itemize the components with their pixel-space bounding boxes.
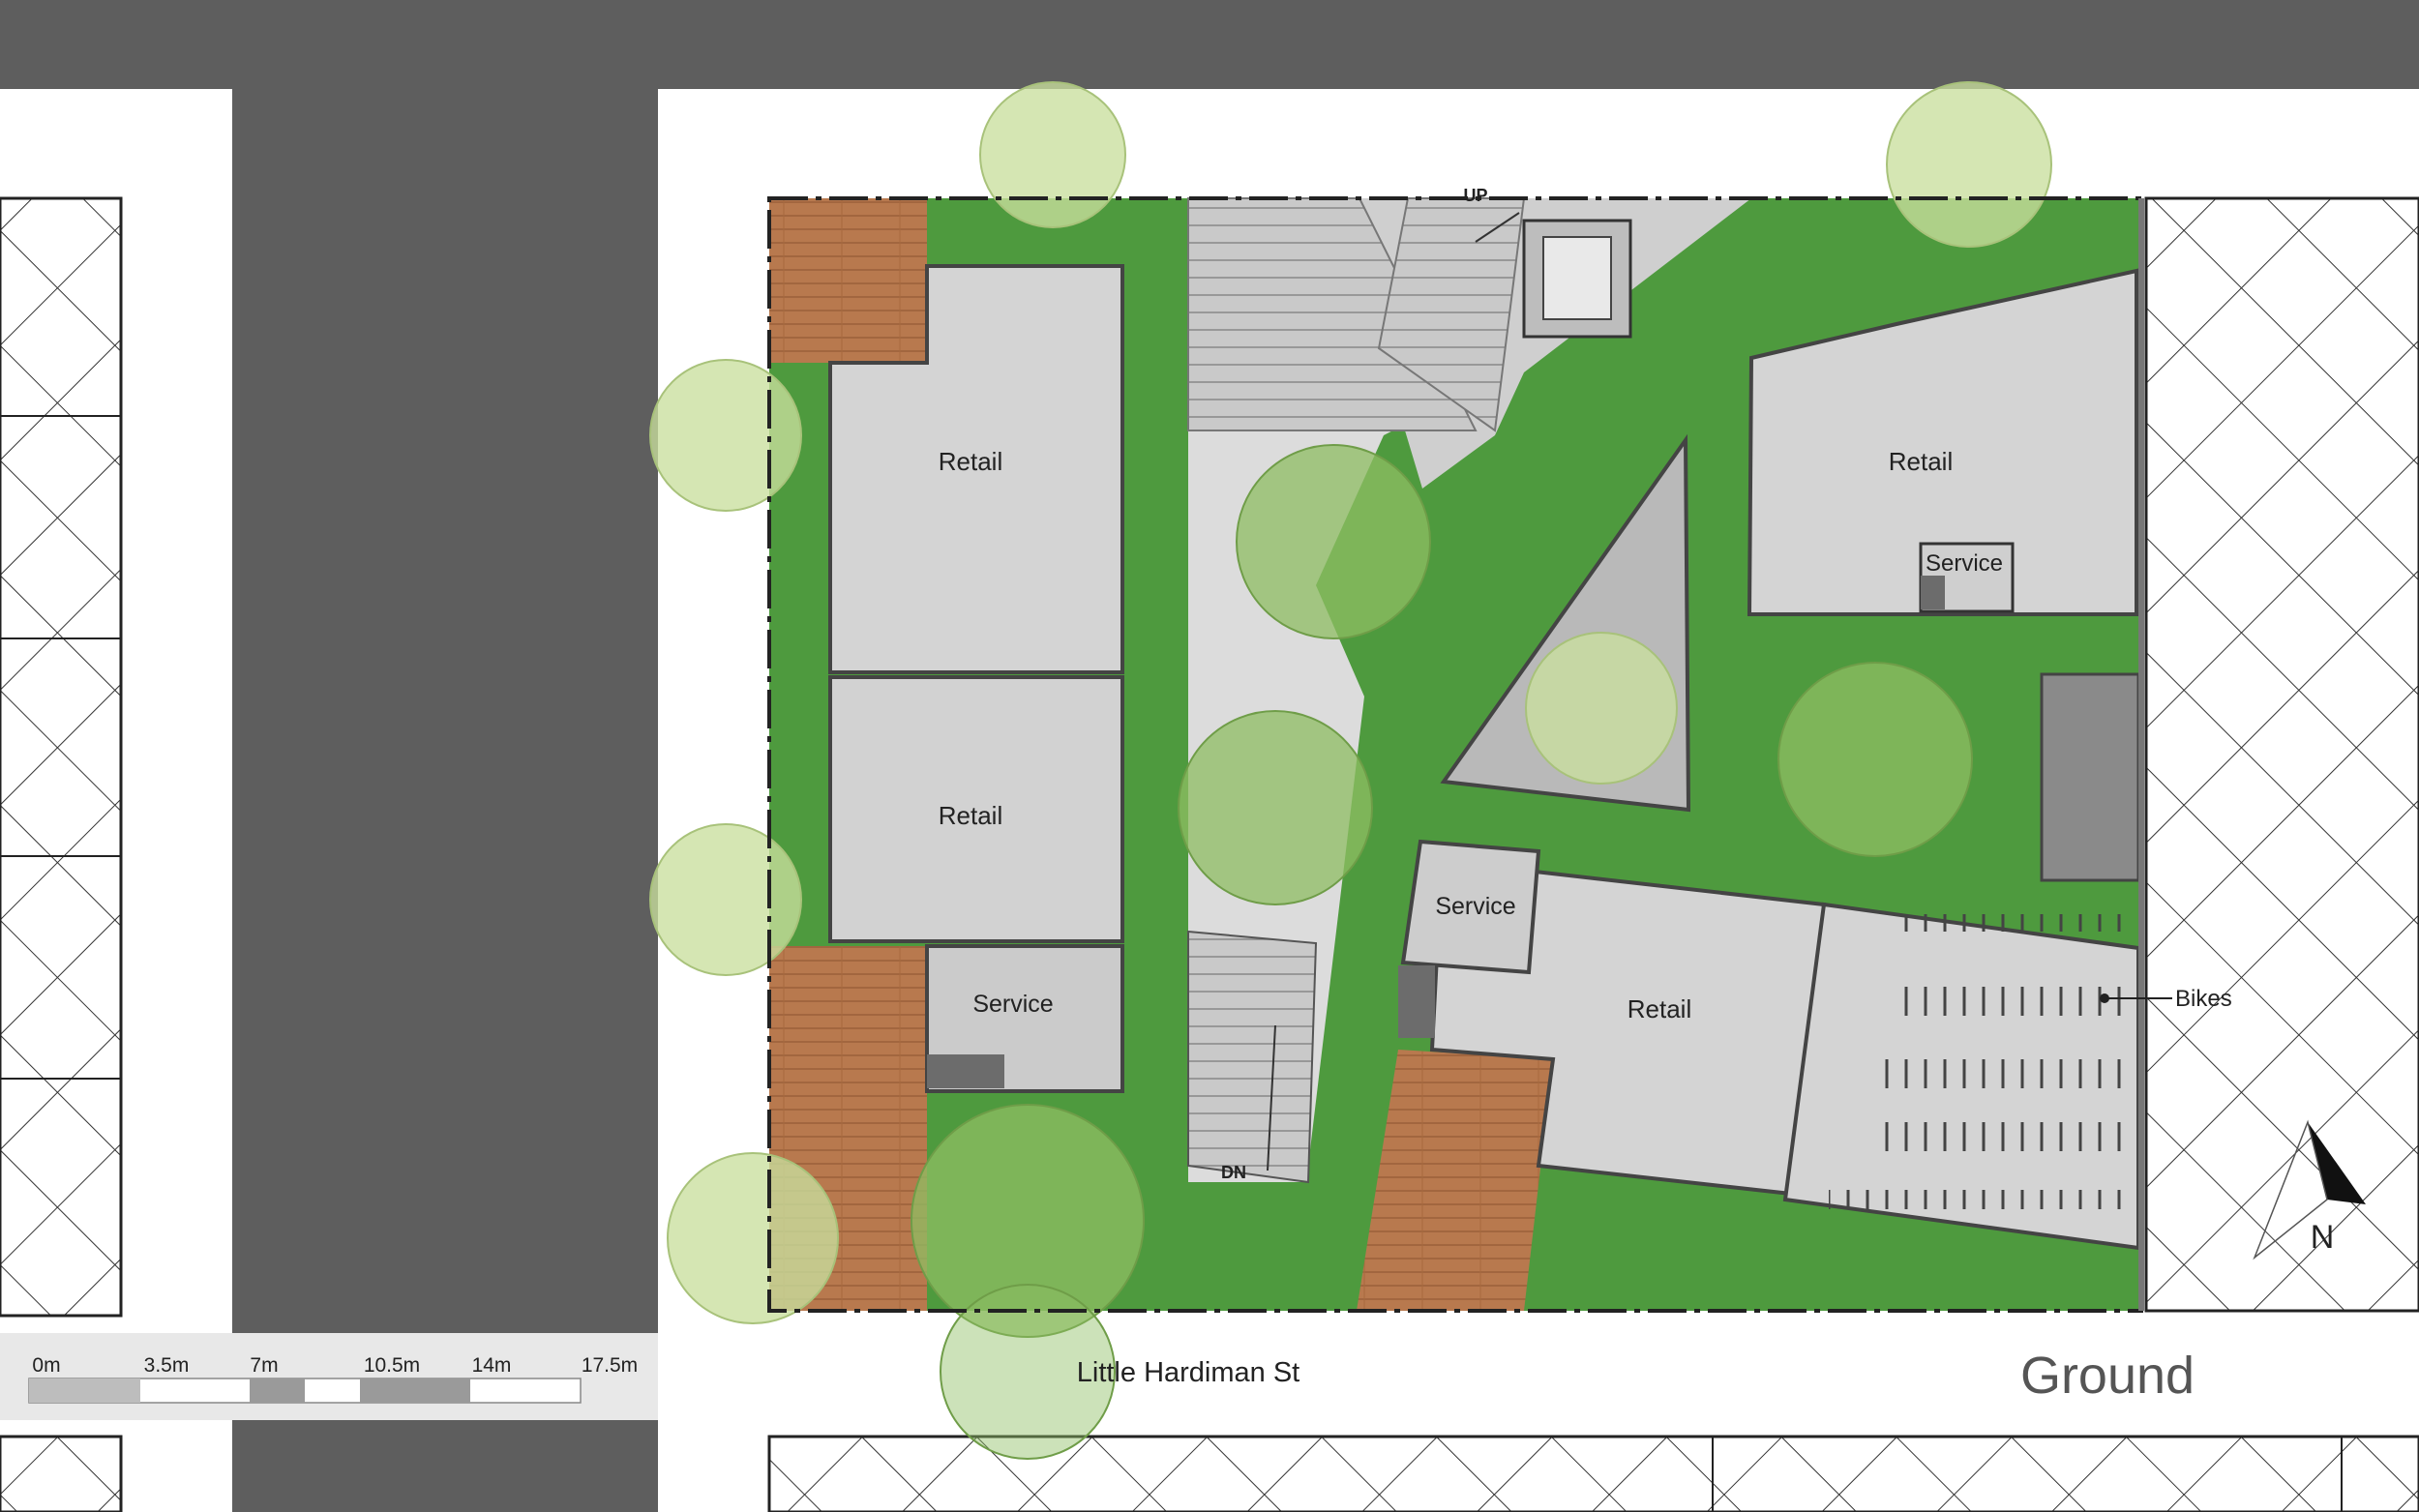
room-label-service-w: Service [972, 991, 1053, 1018]
scale-bar: 0m 3.5m 7m 10.5m 14m 17.5m [0, 1333, 658, 1420]
service-w-building [925, 944, 1124, 1093]
scale-tick-1: 3.5m [144, 1354, 190, 1377]
scale-tick-2: 7m [250, 1354, 278, 1377]
north-arrow-label: N [2311, 1219, 2335, 1256]
bike-storage [1782, 902, 2140, 1251]
scale-tick-5: 17.5m [582, 1354, 638, 1377]
room-label-retail-ne: Retail [1889, 447, 1953, 476]
drawing-title: Ground [2020, 1347, 2195, 1405]
room-label-retail-se: Retail [1628, 994, 1691, 1023]
scale-tick-0: 0m [32, 1354, 60, 1377]
room-label-service-c: Service [1435, 893, 1515, 920]
scale-tick-3: 10.5m [364, 1354, 420, 1377]
stair-down-label: DN [1221, 1163, 1246, 1182]
room-label-service-ne: Service [1926, 550, 2003, 577]
stair-south [1187, 930, 1318, 1184]
lift-core [1522, 219, 1632, 339]
stair-up-label: UP [1463, 186, 1487, 205]
site-plan: Retail Retail Service Retail Service Ser… [0, 0, 2419, 1512]
neighbouring-building-west [0, 196, 123, 1512]
neighbouring-building-east [2144, 196, 2419, 1313]
timber-deck-nw [769, 198, 927, 363]
bikes-label: Bikes [2175, 986, 2232, 1012]
scale-tick-4: 14m [472, 1354, 512, 1377]
utility-block [2040, 672, 2140, 882]
room-label-retail-w: Retail [939, 801, 1002, 830]
bikes-leader-dot [2100, 993, 2109, 1003]
room-label-retail-nw: Retail [939, 447, 1002, 476]
street-name-label: Little Hardiman St [1077, 1357, 1300, 1388]
